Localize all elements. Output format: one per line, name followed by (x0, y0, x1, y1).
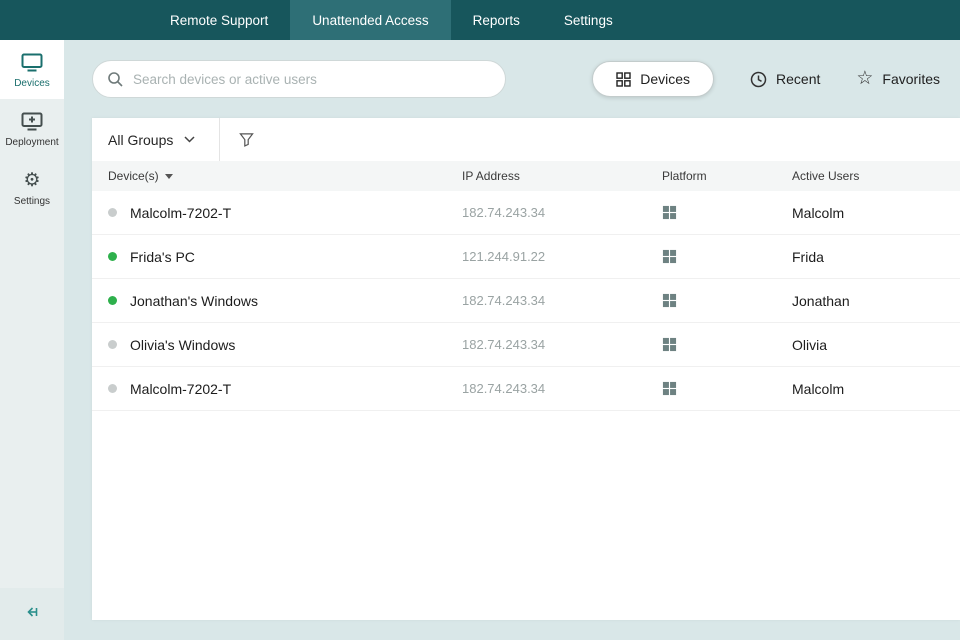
tab-settings[interactable]: Settings (542, 0, 635, 40)
table-header: Device(s) IP Address Platform Active Use… (92, 161, 960, 191)
windows-icon (662, 249, 677, 264)
device-name: Frida's PC (130, 248, 195, 265)
column-label: IP Address (462, 169, 520, 183)
view-label: Devices (640, 71, 691, 87)
sidebar-item-label: Deployment (5, 137, 59, 148)
platform-cell (662, 293, 792, 308)
windows-icon (662, 205, 677, 220)
status-dot (108, 296, 117, 305)
column-header-platform[interactable]: Platform (662, 169, 792, 183)
star-icon: ☆ (856, 68, 874, 89)
active-user: Malcolm (792, 204, 845, 221)
device-name: Malcolm-7202-T (130, 380, 232, 397)
sidebar-item-deployment[interactable]: Deployment (0, 99, 64, 158)
device-cell: Jonathan's Windows (108, 293, 462, 309)
view-label: Favorites (882, 71, 940, 87)
column-header-devices[interactable]: Device(s) (108, 169, 462, 183)
search-input[interactable] (133, 71, 491, 87)
tab-remote-support[interactable]: Remote Support (148, 0, 290, 40)
status-dot (108, 384, 117, 393)
collapse-sidebar-button[interactable] (0, 588, 64, 640)
sidebar-item-settings[interactable]: ⚙ Settings (0, 158, 64, 217)
view-label: Recent (776, 71, 821, 87)
tab-unattended-access[interactable]: Unattended Access (290, 0, 451, 40)
column-label: Active Users (792, 169, 860, 183)
device-name: Jonathan's Windows (130, 292, 258, 309)
platform-cell (662, 381, 792, 396)
status-dot (108, 252, 117, 261)
search-icon (107, 71, 124, 88)
status-dot (108, 208, 117, 217)
toolbar: Devices Recent ☆ Favorites (92, 60, 960, 98)
device-cell: Malcolm-7202-T (108, 205, 462, 221)
grid-icon (616, 71, 631, 87)
sort-desc-icon (164, 173, 173, 179)
deployment-icon (21, 111, 43, 131)
devices-panel: All Groups Device(s) IP Address Platform… (92, 118, 960, 620)
windows-icon (662, 293, 677, 308)
view-devices-button[interactable]: Devices (592, 61, 715, 97)
windows-icon (662, 381, 677, 396)
sidebar-item-label: Settings (13, 196, 51, 207)
funnel-icon (239, 132, 255, 147)
ip-address: 121.244.91.22 (462, 249, 546, 264)
column-header-active-users[interactable]: Active Users (792, 169, 960, 183)
device-cell: Frida's PC (108, 249, 462, 265)
view-recent-button[interactable]: Recent (750, 71, 820, 88)
view-favorites-button[interactable]: ☆ Favorites (856, 68, 940, 89)
main-content: Devices Recent ☆ Favorites (64, 40, 960, 640)
ip-address: 182.74.243.34 (462, 381, 546, 396)
device-cell: Olivia's Windows (108, 337, 462, 353)
active-user: Olivia (792, 336, 828, 353)
view-switcher: Devices Recent ☆ Favorites (592, 61, 940, 97)
filter-bar: All Groups (92, 118, 960, 161)
ip-address: 182.74.243.34 (462, 337, 546, 352)
ip-address: 182.74.243.34 (462, 293, 546, 308)
table-row[interactable]: Malcolm-7202-T 182.74.243.34 Malcolm (92, 367, 960, 411)
app-window: Remote Support Unattended Access Reports… (0, 0, 960, 640)
collapse-left-icon (24, 604, 40, 625)
device-name: Olivia's Windows (130, 336, 236, 353)
active-user: Malcolm (792, 380, 845, 397)
platform-cell (662, 337, 792, 352)
windows-icon (662, 337, 677, 352)
platform-cell (662, 249, 792, 264)
table-row[interactable]: Malcolm-7202-T 182.74.243.34 Malcolm (92, 191, 960, 235)
status-dot (108, 340, 117, 349)
device-name: Malcolm-7202-T (130, 204, 232, 221)
body-row: Devices Deployment ⚙ Settings Search dev… (0, 40, 960, 640)
device-cell: Malcolm-7202-T (108, 381, 462, 397)
column-header-ip[interactable]: IP Address (462, 169, 662, 183)
platform-cell (662, 205, 792, 220)
top-navigation-bar: Remote Support Unattended Access Reports… (0, 0, 960, 40)
tab-reports[interactable]: Reports (451, 0, 542, 40)
sidebar-item-label: Devices (14, 78, 50, 89)
sidebar: Devices Deployment ⚙ Settings (0, 40, 64, 640)
monitor-icon (21, 52, 43, 72)
filter-button[interactable] (239, 132, 255, 147)
clock-icon (750, 71, 767, 88)
ip-address: 182.74.243.34 (462, 205, 546, 220)
chevron-down-icon (184, 136, 195, 143)
active-user: Frida (792, 248, 824, 265)
gear-icon: ⚙ (23, 169, 41, 191)
table-row[interactable]: Frida's PC 121.244.91.22 Frida (92, 235, 960, 279)
divider (219, 118, 221, 161)
sidebar-item-devices[interactable]: Devices (0, 40, 64, 99)
active-user: Jonathan (792, 292, 850, 309)
table-body: Malcolm-7202-T 182.74.243.34 Malcolm Fri… (92, 191, 960, 411)
column-label: Device(s) (108, 169, 159, 183)
column-label: Platform (662, 169, 707, 183)
group-selector[interactable]: All Groups (108, 132, 195, 148)
table-row[interactable]: Olivia's Windows 182.74.243.34 Olivia (92, 323, 960, 367)
table-row[interactable]: Jonathan's Windows 182.74.243.34 Jonatha… (92, 279, 960, 323)
search-box[interactable] (92, 60, 506, 98)
group-selector-label: All Groups (108, 131, 174, 148)
